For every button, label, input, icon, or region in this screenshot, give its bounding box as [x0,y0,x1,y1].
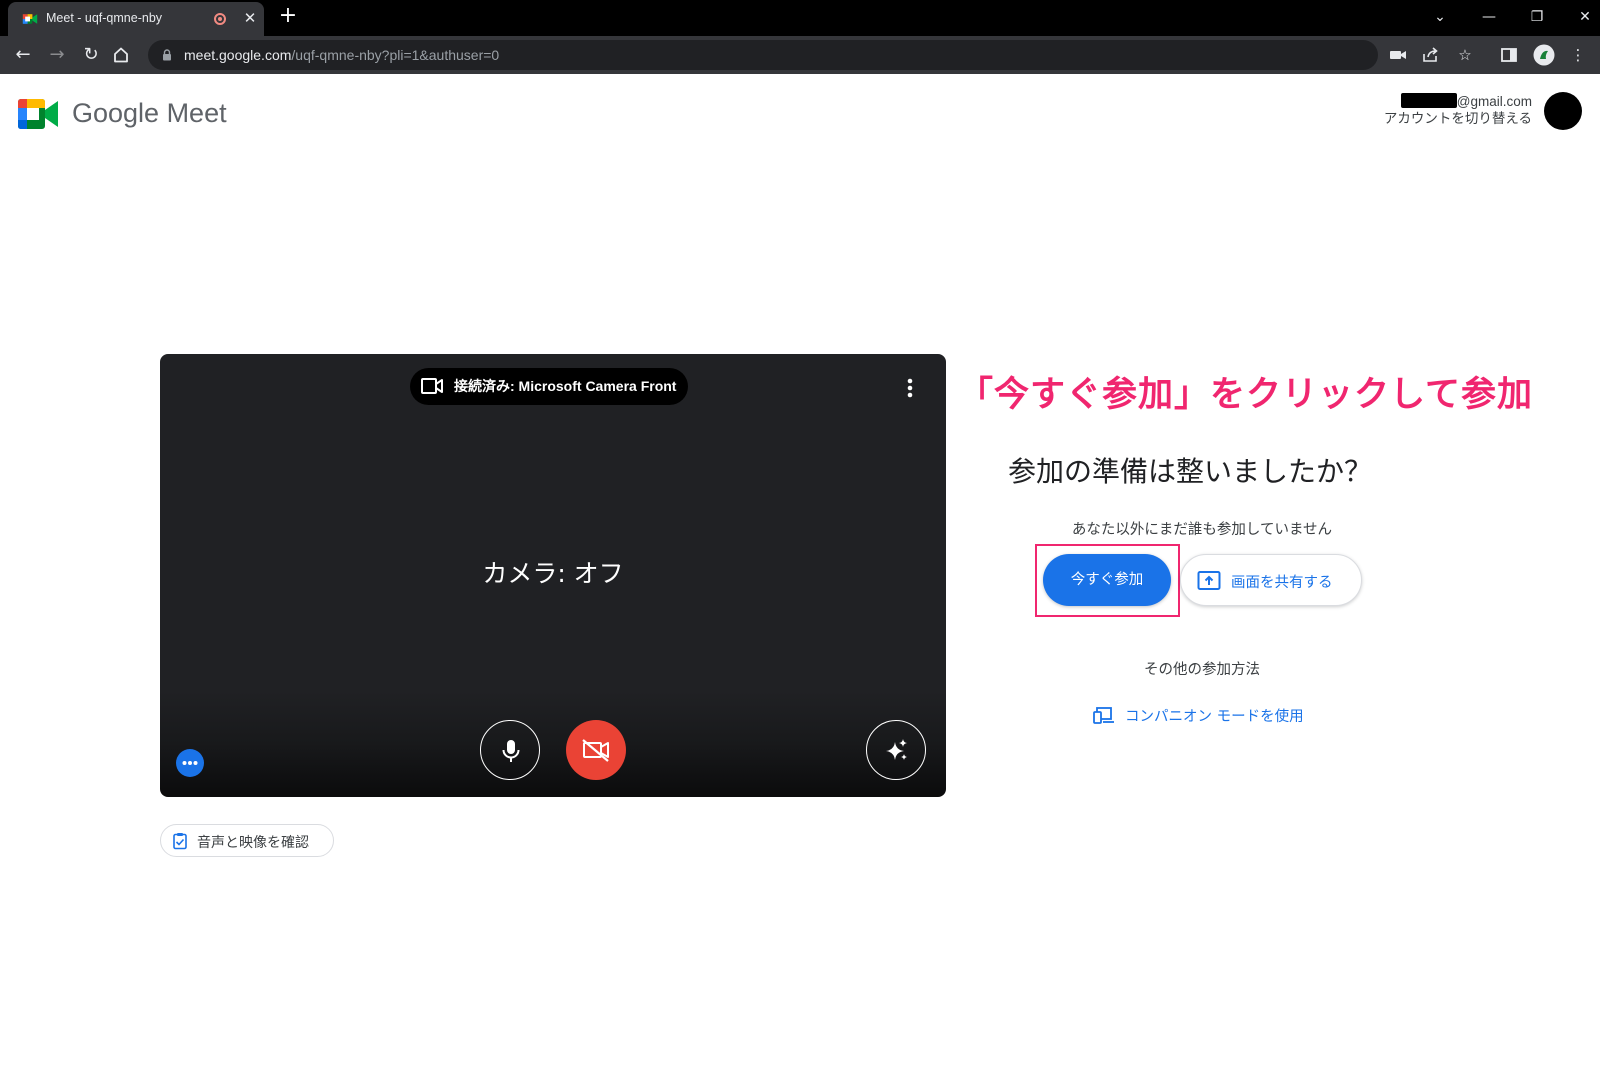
restore-icon[interactable]: ❐ [1523,4,1551,30]
google-meet-logo-icon [18,99,58,129]
mic-icon [502,740,520,762]
tab-title: Meet - uqf-qmne-nby [46,11,163,25]
recording-indicator-icon [214,13,226,25]
tab-close-icon[interactable]: ✕ [240,8,260,28]
reload-icon[interactable]: ↻ [77,41,105,69]
back-icon[interactable]: ← [9,41,37,69]
camera-toggle-button[interactable] [566,720,626,780]
bookmark-star-icon[interactable]: ☆ [1455,45,1475,65]
videocam-icon [421,378,443,394]
sparkle-icon [886,739,907,760]
meet-brand: Google Meet [72,98,227,128]
account-email: @gmail.com [1456,94,1532,109]
profile-avatar-icon[interactable] [1533,44,1555,66]
url-text: meet.google.com/uqf-qmne-nby?pli=1&authu… [184,47,500,63]
check-audio-video-label: 音声と映像を確認 [197,835,309,851]
account-info: @gmail.com アカウントを切り替える [1384,93,1532,127]
lock-icon [163,49,171,61]
video-preview: 接続済み: Microsoft Camera Front カメラ: オフ [160,354,946,797]
mic-toggle-button[interactable] [480,720,540,780]
new-tab-icon[interactable]: + [276,5,300,29]
no-participants-text: あなた以外にまだ誰も参加していません [1071,522,1333,538]
more-horizontal-icon[interactable] [176,749,204,777]
home-icon[interactable] [112,46,130,64]
close-window-icon[interactable]: ✕ [1571,4,1599,30]
present-label: 画面を共有する [1231,575,1333,591]
browser-tab[interactable]: Meet - uqf-qmne-nby ✕ [8,2,264,36]
present-button[interactable]: 画面を共有する [1180,554,1362,606]
google-meet-icon [22,14,38,24]
ready-title: 参加の準備は整いましたか？ [1008,455,1373,488]
checklist-icon [173,833,187,850]
companion-mode-label: コンパニオン モードを使用 [1125,709,1304,725]
devices-icon [1093,707,1114,724]
side-panel-icon[interactable] [1499,45,1519,65]
tab-search-icon[interactable]: ⌄ [1426,4,1454,30]
camera-status-text: 接続済み: Microsoft Camera Front [454,378,677,394]
more-options-icon[interactable] [900,374,920,402]
present-to-all-icon [1197,571,1221,590]
check-audio-video-button[interactable]: 音声と映像を確認 [160,824,334,857]
annotation-text: 「今すぐ参加」をクリックして参加 [958,375,1533,415]
join-now-button[interactable]: 今すぐ参加 [1043,554,1171,606]
camera-off-text: カメラ: オフ [482,559,624,588]
account-avatar[interactable] [1544,92,1582,130]
videocam-off-icon [582,739,609,762]
redacted-username [1400,93,1457,108]
other-ways-heading: その他の参加方法 [1144,662,1260,678]
address-bar[interactable]: meet.google.com/uqf-qmne-nby?pli=1&authu… [148,40,1378,70]
camera-in-use-icon[interactable] [1388,45,1408,65]
forward-icon[interactable]: → [43,41,71,69]
share-icon[interactable] [1421,45,1441,65]
minimize-icon[interactable]: — [1475,4,1503,30]
browser-menu-icon[interactable]: ⋮ [1568,45,1588,65]
browser-tab-bar: Meet - uqf-qmne-nby ✕ + ⌄ — ❐ ✕ [0,0,1600,36]
switch-account-link[interactable]: アカウントを切り替える [1384,110,1532,127]
camera-status-pill[interactable]: 接続済み: Microsoft Camera Front [410,368,689,405]
visual-effects-button[interactable] [866,720,926,780]
browser-toolbar: ← → ↻ meet.google.com/uqf-qmne-nby?pli=1… [0,36,1600,74]
